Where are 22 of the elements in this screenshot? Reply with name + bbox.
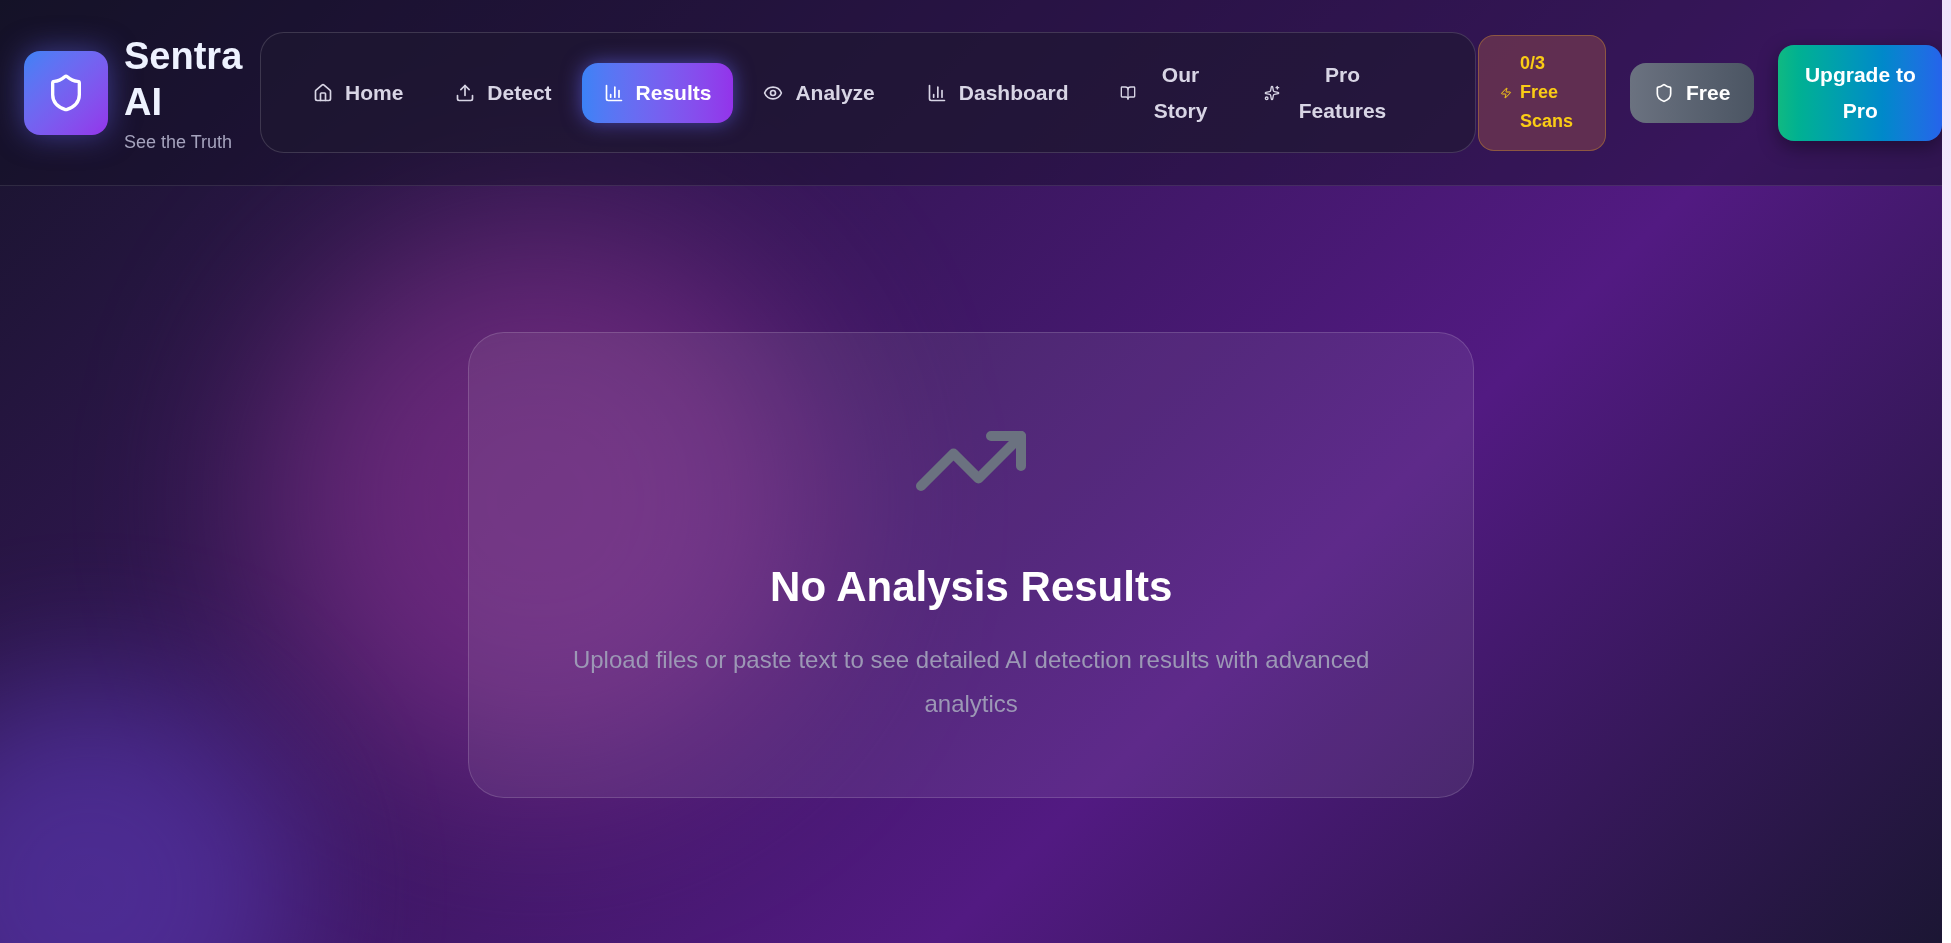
bar-chart-icon [603, 82, 624, 103]
book-icon [1120, 84, 1137, 101]
house-icon [313, 82, 333, 103]
nav-tab[interactable]: Results [581, 62, 734, 123]
nav-tab[interactable]: Home [291, 62, 426, 123]
nav-tab[interactable]: Our Story [1098, 62, 1235, 123]
bar-chart-icon [926, 82, 947, 103]
nav-tab[interactable]: Pro Features [1242, 62, 1415, 123]
brand-name: Sentra AI [124, 34, 244, 125]
shield-icon [1654, 82, 1674, 103]
empty-state-title: No Analysis Results [770, 562, 1173, 612]
plan-button[interactable]: Free [1630, 62, 1755, 123]
nav-tab[interactable]: Dashboard [904, 62, 1091, 123]
upload-icon [455, 82, 476, 103]
nav-tab[interactable]: Analyze [741, 62, 897, 123]
sparkles-icon [1264, 84, 1281, 101]
empty-state-message: Upload files or paste text to see detailed AI detection results with advanced analytics [571, 645, 1371, 719]
nav-tab[interactable]: Detect [433, 62, 574, 123]
lightning-icon [1500, 86, 1512, 99]
upgrade-button[interactable]: Upgrade to Pro [1778, 44, 1943, 141]
brand-tagline: See the Truth [124, 131, 234, 154]
scans-badge: 0/3 Free Scans [1478, 34, 1606, 151]
